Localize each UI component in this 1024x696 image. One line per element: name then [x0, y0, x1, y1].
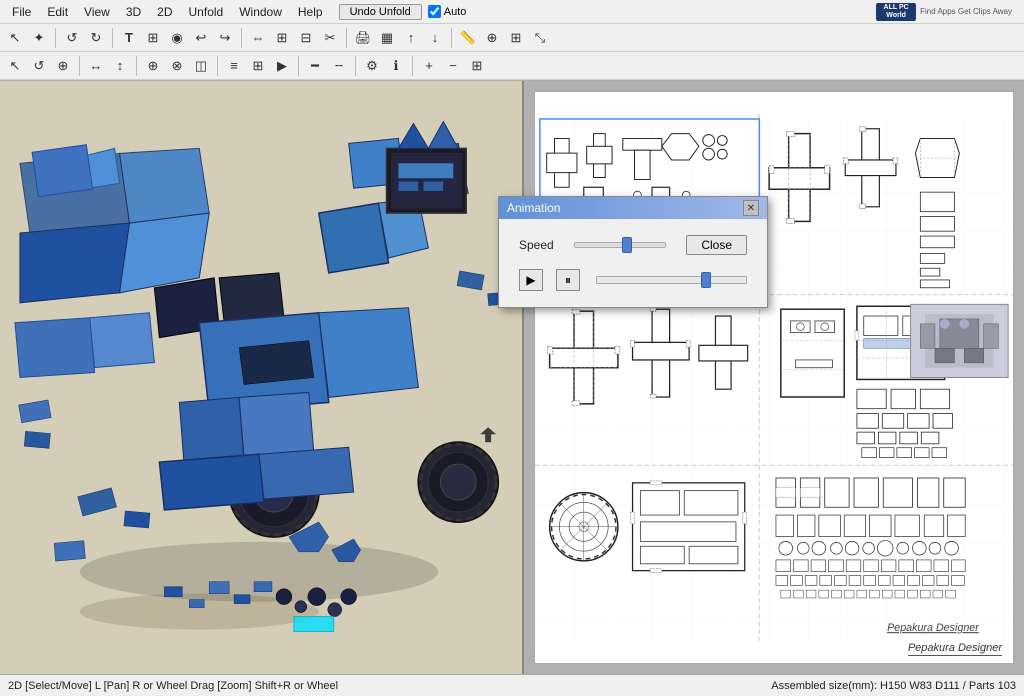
tb-cut[interactable]: ✂: [319, 27, 341, 49]
main-area: Pepakura Designer: [0, 81, 1024, 674]
undo-unfold-button[interactable]: Undo Unfold: [339, 4, 422, 20]
menu-help[interactable]: Help: [290, 3, 331, 21]
menu-2d[interactable]: 2D: [149, 3, 180, 21]
animation-dialog-body: Speed Close ▶ ⏸: [499, 219, 767, 307]
menu-view[interactable]: View: [76, 3, 118, 21]
tb-redo[interactable]: ↪: [214, 27, 236, 49]
tb-undo[interactable]: ↩: [190, 27, 212, 49]
tb2-fit[interactable]: ⊞: [466, 55, 488, 77]
auto-label: Auto: [444, 6, 467, 18]
tb-rotate-x[interactable]: ↺: [61, 27, 83, 49]
brand-logo: ALL PCWorld Find Apps Get Clips Away: [876, 3, 1020, 21]
animation-playback-row: ▶ ⏸: [519, 269, 747, 291]
tb-sep-1: [55, 28, 56, 48]
tb-text[interactable]: T: [118, 27, 140, 49]
tb2-info[interactable]: ℹ: [385, 55, 407, 77]
tb2-cursor[interactable]: ↖: [4, 55, 26, 77]
tb2-join[interactable]: ⊕: [142, 55, 164, 77]
toolbar-area: File Edit View 3D 2D Unfold Window Help …: [0, 0, 1024, 81]
menu-edit[interactable]: Edit: [39, 3, 76, 21]
animation-speed-row: Speed Close: [519, 235, 747, 255]
tb-3d[interactable]: ◉: [166, 27, 188, 49]
tb2-rotate[interactable]: ↺: [28, 55, 50, 77]
tb2-flip-h[interactable]: ↔: [85, 55, 107, 77]
progress-track[interactable]: [596, 276, 747, 284]
animation-close-x-button[interactable]: ✕: [743, 200, 759, 216]
status-right: Assembled size(mm): H150 W83 D111 / Part…: [771, 680, 1016, 692]
tb2-sep-6: [412, 56, 413, 76]
progress-thumb: [701, 272, 711, 288]
tb-rotate-y[interactable]: ↻: [85, 27, 107, 49]
tb-select-move[interactable]: ↖: [4, 27, 26, 49]
brand-box: ALL PCWorld: [876, 3, 916, 21]
menu-window[interactable]: Window: [231, 3, 290, 21]
speed-label: Speed: [519, 238, 564, 252]
tb2-zoom-out[interactable]: −: [442, 55, 464, 77]
brand-tagline: Find Apps Get Clips Away: [920, 7, 1012, 17]
tb-sep-2: [112, 28, 113, 48]
tb2-fold-line[interactable]: ━: [304, 55, 326, 77]
tb2-sep-4: [298, 56, 299, 76]
tb-move[interactable]: ✦: [28, 27, 50, 49]
tb2-settings[interactable]: ⚙: [361, 55, 383, 77]
tb-print2[interactable]: ▦: [376, 27, 398, 49]
pause-button[interactable]: ⏸: [556, 269, 580, 291]
pepakura-brand: Pepakura Designer: [908, 642, 1002, 656]
tb2-auto[interactable]: ▶: [271, 55, 293, 77]
toolbar-2: ↖ ↺ ⊕ ↔ ↕ ⊕ ⊗ ◫ ≡ ⊞ ▶ ━ ╌ ⚙ ℹ + − ⊞: [0, 52, 1024, 80]
tb2-layout2[interactable]: ⊞: [247, 55, 269, 77]
toolbar-1: ↖ ✦ ↺ ↻ T ⊞ ◉ ↩ ↪ ⇔ ⊞ ⊟ ✂ 🖨 ▦ ↑ ↓ 📏 ⊕ ⊞ …: [0, 24, 1024, 52]
animation-title-text: Animation: [507, 201, 560, 215]
tb-print[interactable]: 🖨: [352, 27, 374, 49]
tb-zoom[interactable]: ⊕: [481, 27, 503, 49]
tb-image[interactable]: ⊞: [142, 27, 164, 49]
tb-sep-4: [346, 28, 347, 48]
menu-unfold[interactable]: Unfold: [181, 3, 232, 21]
auto-checkbox[interactable]: [428, 5, 441, 18]
tb-grid-toggle[interactable]: ⊞: [505, 27, 527, 49]
tb-import[interactable]: ↓: [424, 27, 446, 49]
tb-ungroup[interactable]: ⊟: [295, 27, 317, 49]
paper-parts: Pepakura Designer: [535, 92, 1013, 663]
tb-export[interactable]: ↑: [400, 27, 422, 49]
speed-slider[interactable]: [574, 242, 666, 248]
tb-sep-3: [241, 28, 242, 48]
robot-3d-scene: [0, 81, 522, 674]
tb2-sep-5: [355, 56, 356, 76]
auto-checkbox-group: Auto: [428, 5, 467, 18]
paper-sheet: Pepakura Designer: [534, 91, 1014, 664]
tb2-fold2[interactable]: ╌: [328, 55, 350, 77]
animation-close-button[interactable]: Close: [686, 235, 747, 255]
tb2-edge[interactable]: ◫: [190, 55, 212, 77]
tb2-split[interactable]: ⊗: [166, 55, 188, 77]
status-left: 2D [Select/Move] L [Pan] R or Wheel Drag…: [8, 680, 338, 692]
tb-sep-5: [451, 28, 452, 48]
menu-file[interactable]: File: [4, 3, 39, 21]
tb2-flip-v[interactable]: ↕: [109, 55, 131, 77]
tb2-sep-2: [136, 56, 137, 76]
tb-resize[interactable]: ⤡: [529, 27, 551, 49]
menu-bar: File Edit View 3D 2D Unfold Window Help …: [0, 0, 1024, 24]
tb2-layout[interactable]: ≡: [223, 55, 245, 77]
3d-view[interactable]: [0, 81, 524, 674]
animation-dialog-title[interactable]: Animation ✕: [499, 197, 767, 219]
2d-view[interactable]: Pepakura Designer: [524, 81, 1024, 674]
tb2-sep-3: [217, 56, 218, 76]
tb-mirror[interactable]: ⇔: [247, 27, 269, 49]
tb2-zoom-in[interactable]: +: [418, 55, 440, 77]
tb-group[interactable]: ⊞: [271, 27, 293, 49]
tb2-scale[interactable]: ⊕: [52, 55, 74, 77]
menu-3d[interactable]: 3D: [118, 3, 149, 21]
tb2-sep-1: [79, 56, 80, 76]
svg-text:Pepakura Designer: Pepakura Designer: [887, 622, 979, 634]
tb-measure[interactable]: 📏: [457, 27, 479, 49]
status-bar: 2D [Select/Move] L [Pan] R or Wheel Drag…: [0, 674, 1024, 696]
play-button[interactable]: ▶: [519, 269, 543, 291]
animation-dialog: Animation ✕ Speed Close ▶ ⏸: [498, 196, 768, 308]
speed-slider-thumb: [622, 237, 632, 253]
